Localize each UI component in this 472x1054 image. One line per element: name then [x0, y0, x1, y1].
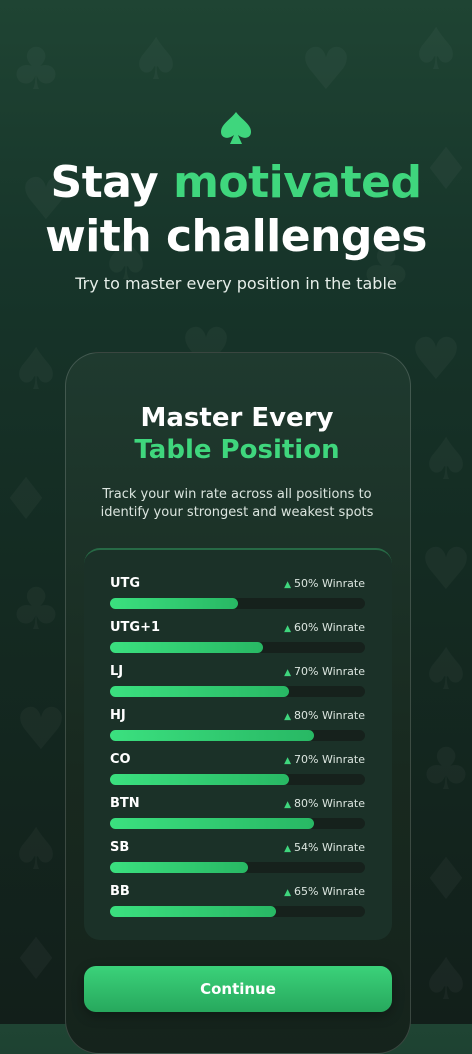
spade-icon [221, 112, 251, 144]
position-row: HJ ▲ 80% Winrate [110, 708, 365, 752]
triangle-up-icon: ▲ [284, 580, 292, 590]
card-title: Master Every Table Position [65, 402, 409, 466]
triangle-up-icon: ▲ [284, 756, 292, 766]
position-row: SB ▲ 54% Winrate [110, 840, 365, 884]
winrate-bar [110, 774, 289, 785]
winrate-track [110, 598, 365, 609]
position-name: CO [110, 752, 131, 767]
winrate-label: ▲ 80% Winrate [284, 797, 365, 810]
triangle-up-icon: ▲ [284, 888, 292, 898]
winrate-track [110, 862, 365, 873]
card-title-line1: Master Every [140, 403, 334, 433]
position-stats-panel: UTG ▲ 50% Winrate UTG+1 ▲ 60% Winrate LJ ▲ 70% W… [84, 548, 392, 940]
winrate-track [110, 642, 365, 653]
winrate-text: 60% Winrate [294, 621, 365, 634]
card-title-line2: Table Position [134, 435, 340, 465]
position-row: UTG ▲ 50% Winrate [110, 576, 365, 620]
winrate-bar [110, 906, 276, 917]
triangle-up-icon: ▲ [284, 624, 292, 634]
winrate-track [110, 730, 365, 741]
winrate-text: 50% Winrate [294, 577, 365, 590]
headline-accent: motivated [173, 157, 422, 208]
position-name: UTG [110, 576, 141, 591]
position-name: BTN [110, 796, 140, 811]
triangle-up-icon: ▲ [284, 844, 292, 854]
winrate-label: ▲ 60% Winrate [284, 621, 365, 634]
position-name: UTG+1 [110, 620, 161, 635]
headline: Stay motivated with challenges [0, 156, 472, 264]
winrate-label: ▲ 80% Winrate [284, 709, 365, 722]
position-row: UTG+1 ▲ 60% Winrate [110, 620, 365, 664]
winrate-label: ▲ 70% Winrate [284, 753, 365, 766]
winrate-track [110, 686, 365, 697]
winrate-track [110, 774, 365, 785]
triangle-up-icon: ▲ [284, 712, 292, 722]
winrate-bar [110, 598, 238, 609]
winrate-text: 80% Winrate [294, 797, 365, 810]
triangle-up-icon: ▲ [284, 668, 292, 678]
position-name: LJ [110, 664, 124, 679]
triangle-up-icon: ▲ [284, 800, 292, 810]
position-name: SB [110, 840, 130, 855]
winrate-label: ▲ 70% Winrate [284, 665, 365, 678]
winrate-text: 54% Winrate [294, 841, 365, 854]
winrate-label: ▲ 54% Winrate [284, 841, 365, 854]
position-row: CO ▲ 70% Winrate [110, 752, 365, 796]
winrate-text: 70% Winrate [294, 665, 365, 678]
winrate-track [110, 818, 365, 829]
winrate-text: 65% Winrate [294, 885, 365, 898]
position-row: BTN ▲ 80% Winrate [110, 796, 365, 840]
position-name: BB [110, 884, 130, 899]
position-row: LJ ▲ 70% Winrate [110, 664, 365, 708]
winrate-bar [110, 862, 248, 873]
continue-button[interactable]: Continue [84, 966, 392, 1012]
winrate-bar [110, 730, 314, 741]
winrate-bar [110, 642, 263, 653]
subtitle: Try to master every position in the tabl… [75, 274, 397, 293]
headline-line2: with challenges [45, 211, 427, 262]
winrate-bar [110, 686, 289, 697]
card-description: Track your win rate across all positions… [100, 487, 374, 520]
winrate-label: ▲ 65% Winrate [284, 885, 365, 898]
winrate-text: 70% Winrate [294, 753, 365, 766]
position-name: HJ [110, 708, 126, 723]
headline-plain: Stay [50, 157, 174, 208]
winrate-label: ▲ 50% Winrate [284, 577, 365, 590]
winrate-bar [110, 818, 314, 829]
position-row: BB ▲ 65% Winrate [110, 884, 365, 928]
winrate-track [110, 906, 365, 917]
winrate-text: 80% Winrate [294, 709, 365, 722]
